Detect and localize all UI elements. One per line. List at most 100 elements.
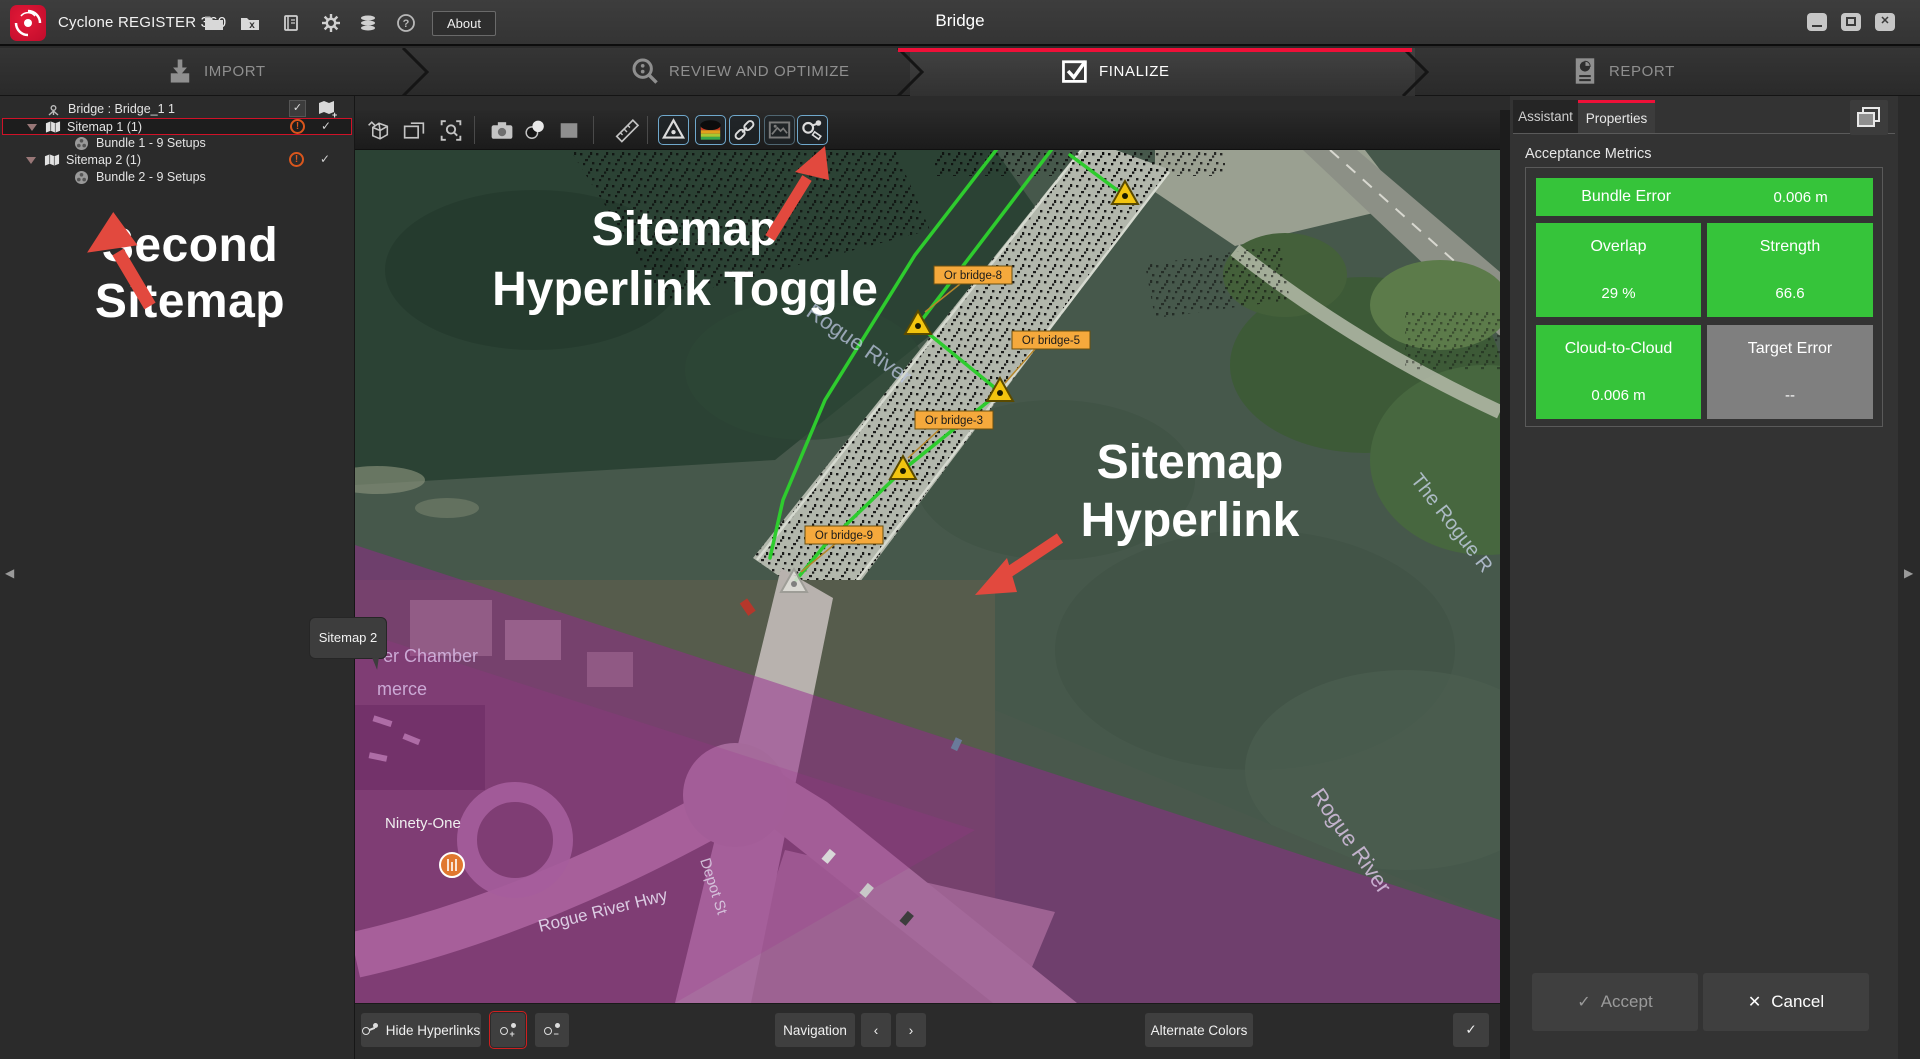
properties-panel: Assistant Properties Acceptance Metrics … [1510,96,1920,1059]
tab-import[interactable]: IMPORT [0,48,415,96]
report-icon [1570,56,1600,86]
collapse-right-panel-icon[interactable]: ▶ [1904,566,1913,580]
add-sitemap-icon[interactable]: + [317,99,337,119]
minimize-button[interactable] [1807,13,1827,31]
tab-report[interactable]: REPORT [1415,48,1920,96]
tab-assistant[interactable]: Assistant [1513,100,1578,133]
metric-strength: Strength 66.6 [1707,223,1873,317]
metric-label: Target Error [1748,340,1832,358]
layout-panels-button[interactable] [1850,100,1888,135]
fit-view-icon[interactable] [400,117,428,144]
hide-hyperlinks-label: Hide Hyperlinks [386,1023,481,1038]
cancel-label: Cancel [1771,992,1824,1012]
image-icon [765,116,794,144]
map-bottom-bar: Hide Hyperlinks + − Navigation ‹ › Alter… [355,1003,1500,1059]
next-button[interactable]: › [896,1013,926,1047]
warning-icon: ! [289,152,304,167]
toggle-targets[interactable] [658,115,689,145]
metric-target-error: Target Error -- [1707,325,1873,419]
acceptance-metrics: Bundle Error 0.006 m Overlap 29 % Streng… [1525,167,1883,427]
toolbar-separator [593,116,594,144]
navigation-button[interactable]: Navigation [775,1013,855,1047]
collapse-left-panel-icon[interactable]: ◀ [5,566,14,580]
confirm-button[interactable]: ✓ [1453,1013,1489,1047]
metric-cloud-to-cloud: Cloud-to-Cloud 0.006 m [1536,325,1701,419]
metric-label: Cloud-to-Cloud [1565,340,1673,358]
toggle-sitemap-hyperlinks[interactable] [797,115,828,145]
project-tree-panel: Bridge : Bridge_1 1 ✓ + Sitemap 1 (1) ! … [0,96,355,1059]
toggle-point-cloud[interactable] [695,115,726,145]
annotation-second-sitemap-line2: Sitemap [0,274,380,330]
tab-finalize[interactable]: FINALIZE [910,48,1415,96]
hyperlink-add-icon: + [500,1023,517,1038]
point-cloud-icon [696,116,725,144]
close-button[interactable]: ✕ [1875,13,1895,31]
tree-row-bundle-2[interactable]: Bundle 2 - 9 Setups [2,169,352,186]
toggle-links[interactable] [729,115,760,145]
tab-properties[interactable]: Properties [1578,100,1655,133]
annotation-link-line2: Hyperlink [1081,494,1300,547]
measure-ruler-icon[interactable] [613,117,641,144]
alternate-colors-button[interactable]: Alternate Colors [1145,1013,1253,1047]
right-edge-strip: ▶ [1898,96,1920,1059]
expand-arrow-icon[interactable] [26,157,36,164]
snapshot-camera-icon[interactable] [488,117,516,144]
metric-label: Strength [1760,238,1820,256]
street-label: er Chamber [383,646,478,666]
tab-report-label: REPORT [1609,63,1675,80]
check-icon[interactable]: ✓ [320,152,330,166]
tab-review-and-optimize[interactable]: REVIEW AND OPTIMIZE [415,48,910,96]
chevron-separator [1401,48,1429,96]
link-icon [730,116,759,144]
sitemap-icon [45,120,61,135]
tree-row-project[interactable]: Bridge : Bridge_1 1 ✓ + [2,101,352,118]
metric-overlap: Overlap 29 % [1536,223,1701,317]
tree-row-label: Sitemap 1 (1) [67,120,142,134]
tree-row-label: Sitemap 2 (1) [66,153,141,167]
annotation-toggle-line2: Hyperlink Toggle [492,263,878,316]
toggle-images[interactable] [764,115,795,145]
visibility-check-header[interactable]: ✓ [289,100,306,117]
metric-bundle-error: Bundle Error 0.006 m [1536,178,1873,216]
tab-divider [1513,133,1895,134]
hide-hyperlinks-button[interactable]: Hide Hyperlinks [361,1013,481,1047]
bundle-icon [74,170,89,185]
add-hyperlink-button[interactable]: + [491,1013,525,1047]
toolbar-separator [474,116,475,144]
panels-icon [1850,100,1888,135]
finalize-icon [1060,56,1090,86]
active-tab-indicator [898,48,1412,52]
metric-value: 0.006 m [1774,189,1828,206]
sitemap-viewport: Or bridge-8 Or bridge-5 Or bridge-3 Or b… [355,110,1510,1059]
warning-icon: ! [290,119,305,134]
fill-square-icon[interactable] [555,117,583,144]
tree-row-bundle-1[interactable]: Bundle 1 - 9 Setups [2,135,352,152]
zoom-region-icon[interactable] [437,117,465,144]
remove-hyperlink-button[interactable]: − [535,1013,569,1047]
tree-row-sitemap-1[interactable]: Sitemap 1 (1) ! ✓ [2,118,352,135]
import-icon [165,56,195,86]
bundle-icon [74,136,89,151]
tree-row-sitemap-2[interactable]: Sitemap 2 (1) ! ✓ [2,152,352,169]
tree-row-label: Bundle 2 - 9 Setups [96,170,206,184]
annotation-link-line1: Sitemap [1097,436,1284,489]
prev-button[interactable]: ‹ [861,1013,891,1047]
maximize-button[interactable] [1841,13,1861,31]
project-title: Bridge [0,11,1920,31]
sitemap-hyperlink-icon [798,116,827,144]
setup-label: Or bridge-9 [815,530,873,542]
pan-3d-icon[interactable] [365,117,393,144]
hyperlink-nodes-icon [362,1023,379,1038]
section-title: Acceptance Metrics [1525,146,1652,162]
contrast-circles-icon[interactable] [521,117,549,144]
cancel-button[interactable]: ✕ Cancel [1703,973,1869,1031]
metric-value: 66.6 [1775,285,1804,302]
metric-label: Bundle Error [1581,188,1671,206]
check-icon[interactable]: ✓ [321,119,331,133]
review-icon [630,56,660,86]
cyclone-register-360-window: Cyclone REGISTER 360 x [0,0,1920,1059]
accept-button[interactable]: ✓ Accept [1532,973,1698,1031]
street-label: Ninety-One [385,815,461,832]
expand-arrow-icon[interactable] [27,124,37,131]
sitemap-canvas[interactable]: Or bridge-8 Or bridge-5 Or bridge-3 Or b… [355,150,1500,1003]
